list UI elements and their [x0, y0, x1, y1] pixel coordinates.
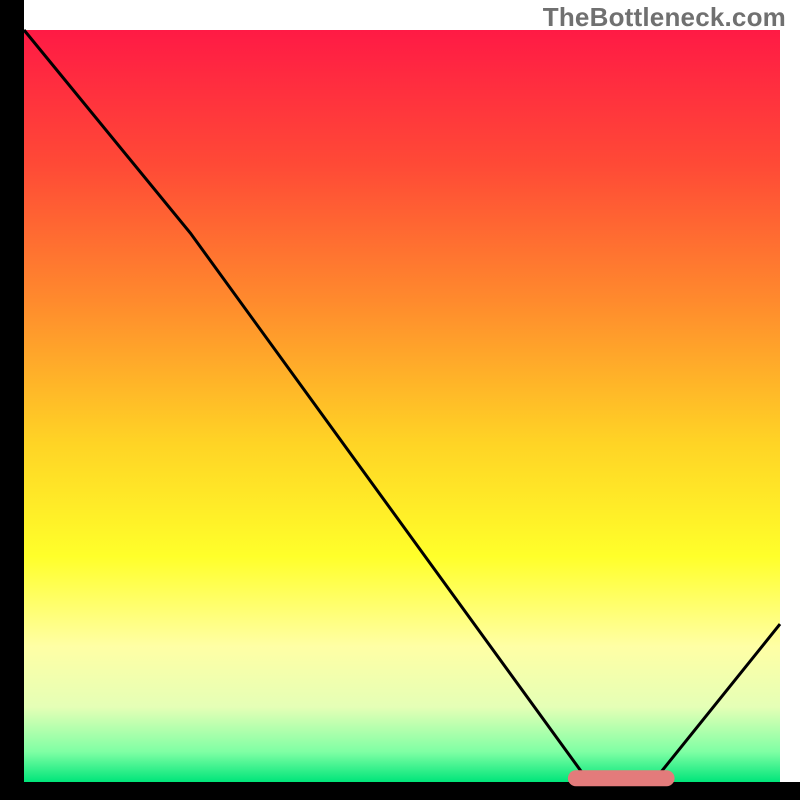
x-axis	[0, 782, 800, 800]
y-axis	[0, 0, 24, 800]
optimal-range-marker	[568, 770, 675, 786]
watermark-text: TheBottleneck.com	[543, 2, 786, 33]
bottleneck-chart	[0, 0, 800, 800]
chart-container: TheBottleneck.com	[0, 0, 800, 800]
plot-background	[24, 30, 780, 782]
